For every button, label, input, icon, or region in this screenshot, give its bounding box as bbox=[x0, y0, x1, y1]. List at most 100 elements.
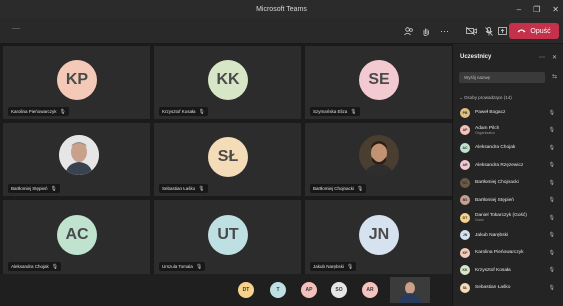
participant-name: Aleksandra Rzęzewicz bbox=[475, 162, 524, 168]
participant-name: Bartłomiej Chojnacki bbox=[313, 186, 355, 191]
share-icon[interactable] bbox=[498, 24, 507, 38]
overflow-initials: AP bbox=[305, 287, 313, 293]
mic-icon: 🎙 bbox=[198, 108, 205, 115]
avatar-initials: JN bbox=[368, 226, 390, 243]
close-icon[interactable]: ✕ bbox=[552, 54, 557, 61]
avatar: PB bbox=[460, 107, 470, 118]
participant-list-item[interactable]: PB Paweł Bogacz 🎙 bbox=[453, 104, 563, 122]
avatar-initials: SE bbox=[368, 71, 390, 88]
participant-name: Krzysztof Kosała bbox=[162, 109, 196, 114]
meeting-timer: ---- bbox=[12, 26, 20, 32]
participant-name: Bartłomiej Stępień bbox=[475, 197, 514, 203]
avatar: KK bbox=[460, 265, 470, 276]
participant-list-item[interactable]: KP Karolina Pieńowarczyk 🎙 bbox=[453, 244, 563, 262]
name-tag: Bartłomiej Chojnacki 🎙 bbox=[310, 184, 367, 193]
window-title: Microsoft Teams bbox=[256, 5, 307, 13]
participant-tile[interactable]: AC Aleksandra Chojak 🎙 bbox=[3, 200, 150, 274]
avatar-initials: AC bbox=[65, 226, 89, 243]
participant-list-item[interactable]: AC Aleksandra Chojak 🎙 bbox=[453, 139, 563, 157]
overflow-initials: SO bbox=[335, 287, 343, 293]
section-header[interactable]: ⌄ Osoby prowadzące (14) bbox=[459, 95, 512, 101]
search-input[interactable]: Wyślij nazwę bbox=[459, 72, 545, 83]
participant-name: Paweł Bogacz bbox=[475, 110, 506, 116]
more-icon[interactable]: ⋯ bbox=[440, 24, 449, 38]
participant-name: Aleksandra Chojak bbox=[475, 145, 516, 151]
name-tag: Szymańska Eliza 🎙 bbox=[310, 107, 360, 116]
participant-tile[interactable]: Bartłomiej Stępień 🎙 bbox=[3, 123, 150, 196]
participant-list-item[interactable]: KK Krzysztof Kosała 🎙 bbox=[453, 262, 563, 280]
avatar: UT bbox=[208, 215, 248, 255]
participant-list-item[interactable]: JN Jakub Narębski 🎙 bbox=[453, 227, 563, 245]
avatar: DT bbox=[460, 212, 470, 223]
participant-photo bbox=[59, 135, 99, 175]
mic-icon: 🎙 bbox=[350, 108, 357, 115]
mic-off-icon: 🎙 bbox=[548, 267, 555, 274]
participant-name: Jakub Narębski bbox=[313, 264, 345, 269]
avatar-initials: KK bbox=[216, 71, 240, 88]
name-tag: Jakub Narębski 🎙 bbox=[310, 262, 357, 271]
video-stage: KP Karolina Pieńowarczyk 🎙 KK Krzysztof K… bbox=[0, 44, 452, 306]
avatar: SŁ bbox=[208, 137, 248, 177]
mic-icon: 🎙 bbox=[59, 108, 66, 115]
name-tag: Krzysztof Kosała 🎙 bbox=[159, 107, 208, 116]
close-icon[interactable]: ✕ bbox=[552, 5, 559, 14]
participant-name: Karolina Pieńowarczyk bbox=[475, 250, 524, 256]
participant-list-item[interactable]: BS Bartłomiej Stępień 🎙 bbox=[453, 192, 563, 210]
participant-tile[interactable]: SE Szymańska Eliza 🎙 bbox=[305, 46, 452, 119]
participant-tile[interactable]: SŁ Sebastian Łaśko 🎙 bbox=[154, 123, 301, 196]
avatar: JN bbox=[460, 230, 470, 241]
avatar-initials: UT bbox=[217, 226, 239, 243]
mic-off-icon: 🎙 bbox=[548, 127, 555, 134]
participants-panel: Uczestnicy ⋯ ✕ Wyślij nazwę ⇆ ⌄ Osoby pr… bbox=[452, 44, 563, 306]
overflow-avatar[interactable]: DT bbox=[238, 282, 254, 298]
participant-list-item[interactable]: AP Adam Pilch Organizator 🎙 bbox=[453, 122, 563, 140]
minimize-icon[interactable]: – bbox=[517, 5, 521, 14]
participant-name: Krzysztof Kosała bbox=[475, 267, 511, 273]
participant-list-item[interactable]: DT Daniel Tokarczyk (Gość) Gość 🎙 bbox=[453, 209, 563, 227]
mic-off-icon: 🎙 bbox=[548, 214, 555, 221]
participant-name: Szymańska Eliza bbox=[313, 109, 348, 114]
mic-icon: 🎙 bbox=[195, 263, 203, 270]
participant-name: Aleksandra Chojak bbox=[11, 264, 49, 269]
participant-role: Organizator bbox=[475, 130, 495, 135]
avatar: KP bbox=[57, 60, 97, 100]
self-view[interactable] bbox=[390, 277, 430, 303]
mic-off-icon: 🎙 bbox=[548, 284, 555, 291]
participant-list-item[interactable]: SŁ Sebastian Łaśko 🎙 bbox=[453, 279, 563, 297]
raise-hand-icon[interactable] bbox=[422, 24, 430, 38]
avatar: JN bbox=[359, 215, 399, 255]
mic-off-icon: 🎙 bbox=[548, 197, 555, 204]
participant-tile[interactable]: UT Urszula Tomala 🎙 bbox=[154, 200, 301, 274]
mic-icon: 🎙 bbox=[357, 185, 364, 192]
overflow-avatar[interactable]: AP bbox=[301, 282, 317, 298]
maximize-icon[interactable]: ❐ bbox=[533, 5, 540, 14]
name-tag: Sebastian Łaśko 🎙 bbox=[159, 184, 208, 193]
participant-tile[interactable]: KP Karolina Pieńowarczyk 🎙 bbox=[3, 46, 150, 119]
participant-list-item[interactable]: BC Bartłomiej Chojnacki 🎙 bbox=[453, 174, 563, 192]
mic-off-icon: 🎙 bbox=[548, 144, 555, 151]
avatar: KK bbox=[208, 60, 248, 100]
mic-icon: 🎙 bbox=[51, 263, 59, 270]
overflow-avatar[interactable]: AR bbox=[362, 282, 378, 298]
participant-photo bbox=[359, 135, 399, 175]
mic-off-icon: 🎙 bbox=[548, 232, 555, 239]
participant-tile[interactable]: Bartłomiej Chojnacki 🎙 bbox=[305, 123, 452, 196]
overflow-strip: DT T AP SO AR bbox=[0, 274, 452, 306]
leave-button[interactable]: Opuść bbox=[509, 23, 559, 39]
mic-icon: 🎙 bbox=[347, 263, 354, 270]
name-tag: Karolina Pieńowarczyk 🎙 bbox=[8, 107, 69, 116]
share-invite-icon[interactable]: ⇆ bbox=[552, 73, 557, 80]
more-icon[interactable]: ⋯ bbox=[539, 54, 545, 61]
participant-tile[interactable]: JN Jakub Narębski 🎙 bbox=[305, 200, 452, 274]
overflow-avatar[interactable]: T bbox=[270, 282, 286, 298]
participant-name: Sebastian Łaśko bbox=[162, 186, 196, 191]
participant-list-item[interactable]: AR Aleksandra Rzęzewicz 🎙 bbox=[453, 157, 563, 175]
camera-off-icon[interactable] bbox=[466, 24, 477, 38]
overflow-avatar[interactable]: SO bbox=[331, 282, 347, 298]
overflow-initials: AR bbox=[366, 287, 374, 293]
participant-tile[interactable]: KK Krzysztof Kosała 🎙 bbox=[154, 46, 301, 119]
people-icon[interactable] bbox=[404, 24, 414, 38]
mic-off-icon[interactable] bbox=[485, 24, 493, 38]
participant-name: Bartłomiej Stępień bbox=[11, 186, 48, 191]
name-tag: Bartłomiej Stępień 🎙 bbox=[8, 184, 60, 193]
